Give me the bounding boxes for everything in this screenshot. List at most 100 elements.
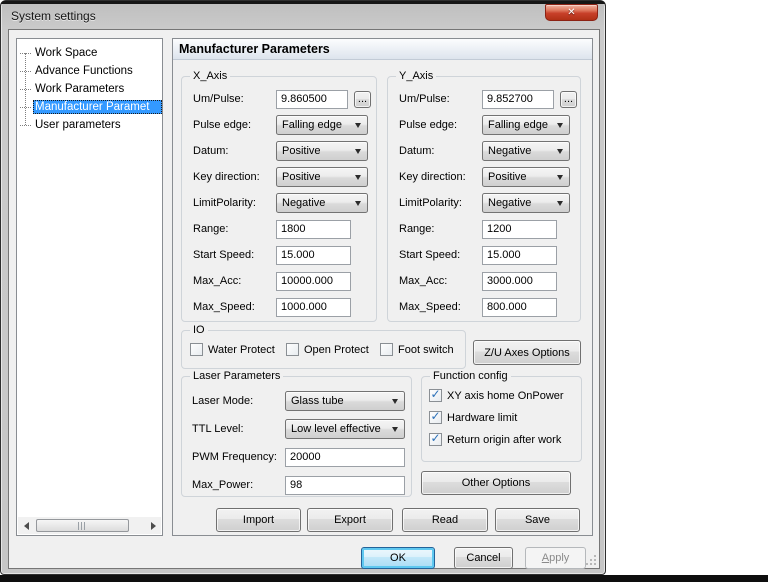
field-label: Start Speed:	[193, 249, 255, 261]
max-power-input[interactable]	[285, 475, 405, 495]
titlebar[interactable]: System settings ✕	[1, 1, 605, 28]
dropdown-arrow-icon	[355, 200, 361, 206]
water-protect-checkbox-item[interactable]: Water Protect	[190, 343, 275, 356]
ttl-level-dropdown[interactable]: Low level effective	[285, 419, 405, 439]
field-label: Start Speed:	[399, 249, 461, 261]
y-axis-group: Y_Axis Um/Pulse: ... Pulse edge: Falling…	[387, 69, 581, 322]
x-max-acc-input[interactable]	[276, 271, 351, 291]
cancel-button[interactable]: Cancel	[454, 547, 513, 569]
read-button[interactable]: Read	[402, 508, 488, 532]
scrollbar-thumb[interactable]	[36, 519, 129, 532]
apply-button-label: Apply	[541, 552, 570, 564]
tree-item-advance-functions[interactable]: Advance Functions	[17, 62, 162, 80]
page-title: Manufacturer Parameters	[173, 39, 592, 60]
x-um-pulse-input[interactable]	[276, 89, 348, 109]
x-key-direction-row: Key direction: Positive	[182, 164, 376, 190]
other-options-button[interactable]: Other Options	[421, 471, 571, 495]
tree-item-user-parameters[interactable]: User parameters	[17, 116, 162, 134]
foot-switch-checkbox-item[interactable]: Foot switch	[380, 343, 454, 356]
field-label: Key direction:	[399, 171, 466, 183]
field-label: Max_Speed:	[399, 301, 461, 313]
field-label: Pulse edge:	[193, 119, 252, 131]
x-start-speed-input[interactable]	[276, 245, 351, 265]
x-limit-polarity-dropdown[interactable]: Negative	[276, 193, 368, 213]
dropdown-value: Glass tube	[291, 395, 344, 407]
x-pulse-edge-row: Pulse edge: Falling edge	[182, 112, 376, 138]
y-key-direction-row: Key direction: Positive	[388, 164, 580, 190]
x-datum-row: Datum: Positive	[182, 138, 376, 164]
xy-home-checkbox-item[interactable]: XY axis home OnPower	[429, 387, 564, 402]
settings-tree: Work Space Advance Functions Work Parame…	[17, 39, 162, 134]
checkbox-label: Water Protect	[208, 343, 275, 356]
scroll-left-icon	[23, 521, 29, 530]
y-max-acc-row: Max_Acc:	[388, 268, 580, 294]
scroll-left-button[interactable]	[18, 517, 34, 534]
x-axis-group: X_Axis Um/Pulse: ... Pulse edge: Falling…	[181, 69, 377, 322]
field-label: Max_Acc:	[399, 275, 448, 287]
export-button[interactable]: Export	[307, 508, 393, 532]
y-key-direction-dropdown[interactable]: Positive	[482, 167, 570, 187]
checkbox-icon[interactable]	[190, 343, 203, 356]
hardware-limit-checkbox-item[interactable]: Hardware limit	[429, 409, 517, 424]
x-um-pulse-row: Um/Pulse: ...	[182, 86, 376, 112]
y-axis-group-title: Y_Axis	[396, 69, 437, 83]
resize-grip-icon[interactable]	[585, 554, 597, 566]
close-button[interactable]: ✕	[545, 4, 598, 21]
field-label: Datum:	[193, 145, 229, 157]
y-um-pulse-row: Um/Pulse: ...	[388, 86, 580, 112]
open-protect-checkbox-item[interactable]: Open Protect	[286, 343, 369, 356]
y-start-speed-input[interactable]	[482, 245, 557, 265]
checkbox-icon[interactable]	[286, 343, 299, 356]
checkbox-icon[interactable]	[429, 409, 442, 424]
x-max-acc-row: Max_Acc:	[182, 268, 376, 294]
x-pulse-edge-dropdown[interactable]: Falling edge	[276, 115, 368, 135]
dropdown-arrow-icon	[392, 426, 398, 432]
x-start-speed-row: Start Speed:	[182, 242, 376, 268]
field-label: Max_Speed:	[193, 301, 255, 313]
ok-button[interactable]: OK	[361, 547, 435, 569]
tree-item-manufacturer-parameters[interactable]: Manufacturer Paramet	[17, 98, 162, 116]
tree-horizontal-scrollbar[interactable]	[18, 517, 161, 534]
y-pulse-edge-dropdown[interactable]: Falling edge	[482, 115, 570, 135]
x-max-speed-input[interactable]	[276, 297, 351, 317]
tree-item-label: Manufacturer Paramet	[33, 100, 162, 114]
y-max-speed-input[interactable]	[482, 297, 557, 317]
y-max-acc-input[interactable]	[482, 271, 557, 291]
tree-item-work-space[interactable]: Work Space	[17, 44, 162, 62]
save-button[interactable]: Save	[495, 508, 580, 532]
tree-connector	[20, 124, 31, 126]
x-range-input[interactable]	[276, 219, 351, 239]
field-label: PWM Frequency:	[192, 451, 277, 463]
y-um-pulse-browse-button[interactable]: ...	[560, 90, 577, 108]
dropdown-value: Negative	[488, 145, 532, 157]
pwm-frequency-input[interactable]	[285, 447, 405, 467]
dropdown-arrow-icon	[392, 398, 398, 404]
apply-button[interactable]: Apply	[525, 547, 586, 569]
laser-mode-dropdown[interactable]: Glass tube	[285, 391, 405, 411]
tree-item-label: Work Space	[35, 47, 98, 59]
zu-axes-options-button[interactable]: Z/U Axes Options	[473, 340, 581, 365]
checkbox-icon[interactable]	[429, 431, 442, 446]
field-label: LimitPolarity:	[399, 197, 462, 209]
x-axis-group-title: X_Axis	[190, 69, 231, 83]
y-um-pulse-input[interactable]	[482, 89, 554, 109]
function-config-group-title: Function config	[430, 369, 511, 383]
x-um-pulse-browse-button[interactable]: ...	[354, 90, 371, 108]
checkbox-icon[interactable]	[380, 343, 393, 356]
checkbox-label: Return origin after work	[447, 433, 562, 446]
y-datum-dropdown[interactable]: Negative	[482, 141, 570, 161]
dropdown-value: Low level effective	[291, 423, 381, 435]
scroll-right-icon	[150, 521, 156, 530]
y-range-input[interactable]	[482, 219, 557, 239]
return-origin-checkbox-item[interactable]: Return origin after work	[429, 431, 562, 446]
import-button[interactable]: Import	[216, 508, 301, 532]
x-datum-dropdown[interactable]: Positive	[276, 141, 368, 161]
scroll-right-button[interactable]	[145, 517, 161, 534]
tree-item-label: User parameters	[35, 119, 121, 131]
io-group: IO Water Protect Open Protect Foot switc…	[181, 323, 466, 369]
tree-connector	[20, 52, 31, 54]
checkbox-icon[interactable]	[429, 387, 442, 402]
y-limit-polarity-dropdown[interactable]: Negative	[482, 193, 570, 213]
tree-item-work-parameters[interactable]: Work Parameters	[17, 80, 162, 98]
x-key-direction-dropdown[interactable]: Positive	[276, 167, 368, 187]
